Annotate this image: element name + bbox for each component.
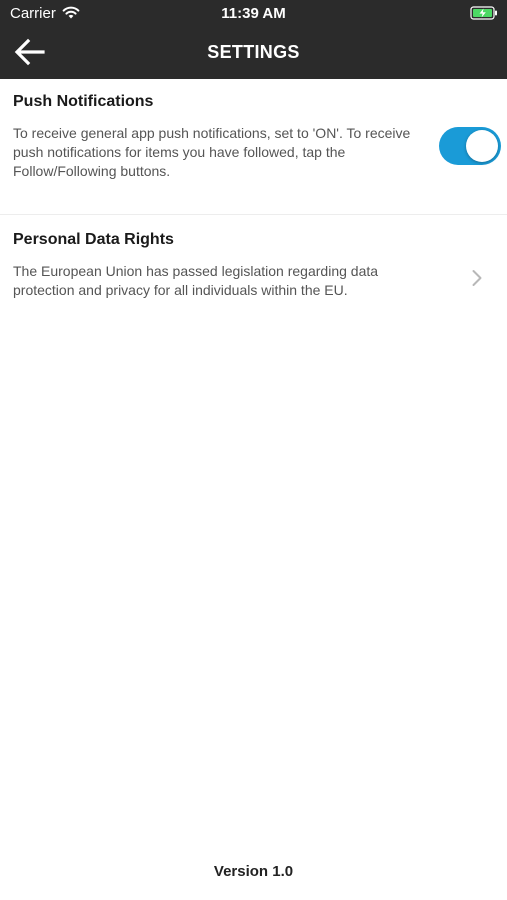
push-notifications-row: Push Notifications To receive general ap… (0, 79, 507, 214)
status-bar: Carrier 11:39 AM (0, 0, 507, 28)
push-notifications-title: Push Notifications (13, 93, 154, 110)
personal-data-rights-row[interactable]: Personal Data Rights The European Union … (0, 215, 507, 330)
settings-screen: Carrier 11:39 AM SETTINGS Push Notificat… (0, 0, 507, 900)
top-bar: Carrier 11:39 AM SETTINGS (0, 0, 507, 79)
push-notifications-description: To receive general app push notification… (13, 125, 411, 179)
push-notifications-toggle[interactable] (439, 127, 501, 165)
personal-data-rights-title: Personal Data Rights (13, 231, 174, 248)
version-label: Version 1.0 (213, 863, 294, 880)
toggle-knob (466, 130, 498, 162)
page-title: SETTINGS (207, 42, 300, 62)
personal-data-rights-description: The European Union has passed legislatio… (13, 263, 379, 298)
navigation-bar: SETTINGS (0, 28, 507, 79)
chevron-right-icon (472, 270, 482, 286)
status-time: 11:39 AM (221, 5, 286, 22)
battery-charging-icon (470, 6, 497, 20)
